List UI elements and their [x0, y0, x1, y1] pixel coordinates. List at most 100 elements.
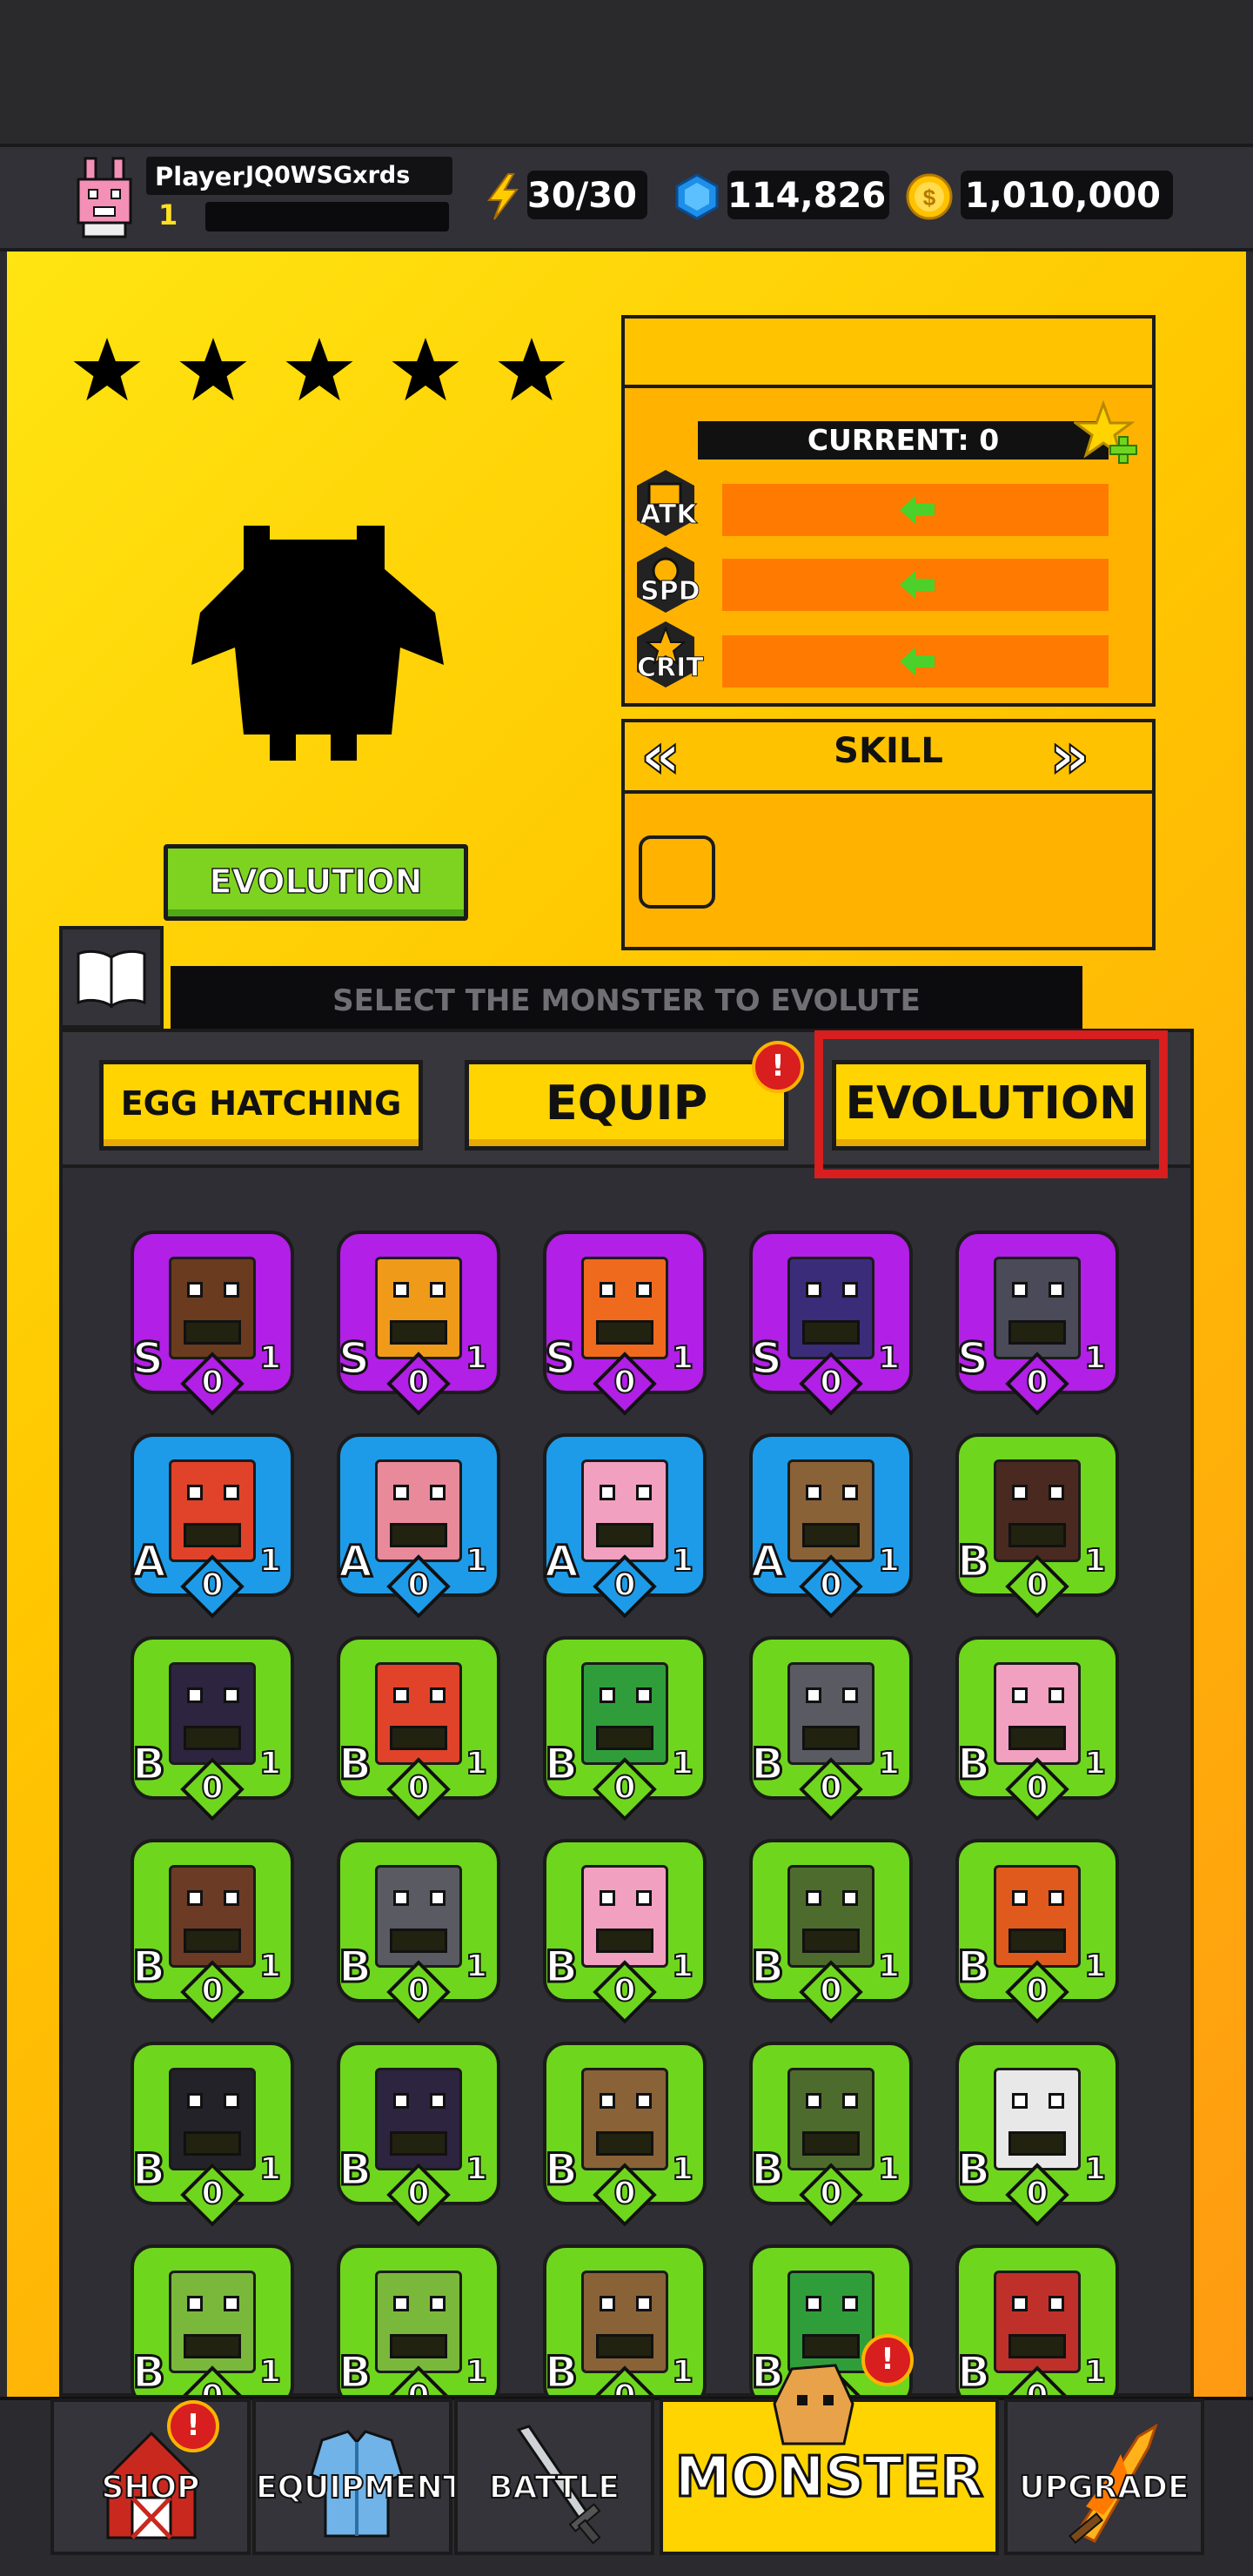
monster-mouth	[596, 1320, 653, 1345]
monster-card[interactable]: B10	[746, 1839, 916, 2024]
card-count: 0	[613, 1566, 636, 1604]
monster-book-button[interactable]	[59, 926, 164, 1029]
card-count: 0	[819, 2175, 842, 2212]
card-grade: B	[955, 2143, 991, 2197]
skill-slot[interactable]	[639, 835, 715, 909]
card-grade: S	[955, 1332, 989, 1385]
monster-portrait	[375, 1257, 462, 1359]
stats-header	[621, 315, 1156, 388]
monster-card[interactable]: B10	[333, 2042, 504, 2227]
monster-mouth	[184, 1320, 241, 1345]
monster-portrait	[581, 1662, 668, 1765]
monster-card[interactable]: B10	[539, 2042, 710, 2227]
monster-eye	[1049, 1687, 1064, 1703]
spd-label: SPD	[640, 576, 700, 607]
monster-card[interactable]: B10	[333, 2244, 504, 2395]
coin-icon: $	[906, 173, 953, 220]
card-count: 0	[200, 2175, 224, 2212]
card-grade: A	[131, 1535, 168, 1588]
nav-battle-label: BATTLE	[488, 2469, 620, 2506]
horse-head-icon	[773, 2364, 854, 2445]
card-level: 1	[877, 1339, 901, 1377]
tab-equip[interactable]: EQUIP	[465, 1060, 788, 1150]
skill-next-button[interactable]: »	[1049, 720, 1090, 791]
monster-portrait	[169, 1257, 256, 1359]
monster-card[interactable]: S 10	[952, 1231, 1122, 1416]
card-count: 0	[819, 1769, 842, 1807]
monster-card[interactable]: B10	[746, 2042, 916, 2227]
monster-silhouette	[191, 526, 444, 761]
monster-eye	[600, 1890, 615, 1906]
nav-shop-label: SHOP	[100, 2469, 200, 2506]
monster-portrait	[375, 1459, 462, 1562]
nav-battle[interactable]: BATTLE	[454, 2398, 654, 2555]
card-level: 1	[877, 1948, 901, 1985]
monster-eye	[430, 1282, 446, 1298]
monster-card[interactable]: B10	[333, 1839, 504, 2024]
monster-card[interactable]: B10	[127, 1636, 298, 1821]
monster-card[interactable]: A 10	[333, 1433, 504, 1619]
tab-egg-hatching[interactable]: EGG HATCHING	[99, 1060, 423, 1150]
monster-portrait	[994, 2271, 1081, 2373]
player-level: 1	[158, 198, 178, 231]
card-grade: B	[337, 1738, 372, 1791]
monster-eye	[1049, 1485, 1064, 1500]
star-plus-icon[interactable]	[1074, 400, 1142, 468]
player-avatar-icon[interactable]	[70, 155, 139, 238]
monster-card[interactable]: A 10	[746, 1433, 916, 1619]
card-count: 0	[190, 2378, 235, 2395]
monster-card[interactable]: B10	[539, 1636, 710, 1821]
monster-eye	[806, 1485, 821, 1500]
nav-equipment[interactable]: EQUIPMENT	[252, 2398, 465, 2555]
monster-card[interactable]: B10	[127, 1839, 298, 2024]
monster-card[interactable]: A 10	[539, 1433, 710, 1619]
monster-eye	[842, 1485, 858, 1500]
monster-card[interactable]: B10	[952, 2244, 1122, 2395]
monster-eye	[636, 1890, 652, 1906]
monster-card[interactable]: B10	[539, 1839, 710, 2024]
monster-card[interactable]: S 10	[333, 1231, 504, 1416]
monster-card[interactable]: S 10	[539, 1231, 710, 1416]
monster-card[interactable]: B10	[952, 1433, 1122, 1619]
card-level: 1	[1083, 1339, 1107, 1377]
card-level: 1	[877, 1745, 901, 1782]
monster-portrait	[994, 2068, 1081, 2170]
card-grade: A	[750, 1535, 787, 1588]
evolution-button[interactable]: EVOLUTION	[164, 844, 468, 921]
monster-card[interactable]: B10	[539, 2244, 710, 2395]
monster-card[interactable]: S 10	[127, 1231, 298, 1416]
monster-portrait	[169, 1865, 256, 1968]
monster-portrait	[581, 1257, 668, 1359]
monster-eye	[600, 1687, 615, 1703]
monster-card[interactable]: B10	[127, 2042, 298, 2227]
monster-card[interactable]: B10	[952, 2042, 1122, 2227]
card-level: 1	[258, 2353, 282, 2391]
star-icon	[498, 338, 566, 401]
monster-card[interactable]: B10	[127, 2244, 298, 2395]
monster-portrait	[581, 2271, 668, 2373]
monster-card[interactable]: B10	[333, 1636, 504, 1821]
monster-mouth	[802, 1320, 860, 1345]
card-grade: B	[749, 2143, 785, 2197]
nav-shop[interactable]: SHOP	[50, 2398, 251, 2555]
card-count: 0	[613, 2175, 636, 2212]
monster-card[interactable]: S 10	[746, 1231, 916, 1416]
monster-eye	[842, 1890, 858, 1906]
monster-card[interactable]: A 10	[127, 1433, 298, 1619]
monster-mouth	[1008, 2131, 1066, 2156]
monster-mouth	[184, 2334, 241, 2358]
nav-upgrade[interactable]: UPGRADE	[1004, 2398, 1204, 2555]
monster-card[interactable]: B10	[746, 1636, 916, 1821]
card-count: 0	[396, 2378, 441, 2395]
shop-alert-icon: !	[167, 2400, 219, 2452]
monster-card[interactable]: B10	[952, 1839, 1122, 2024]
card-level: 1	[258, 1339, 282, 1377]
monster-portrait	[581, 2068, 668, 2170]
star-icon	[392, 338, 459, 401]
energy-icon	[487, 173, 519, 220]
monster-card[interactable]: B10	[952, 1636, 1122, 1821]
skill-prev-button[interactable]: «	[640, 720, 681, 791]
energy-value: 30/30	[527, 171, 647, 219]
tab-equip-label: EQUIP	[545, 1076, 708, 1130]
monster-eye	[1012, 2296, 1028, 2311]
